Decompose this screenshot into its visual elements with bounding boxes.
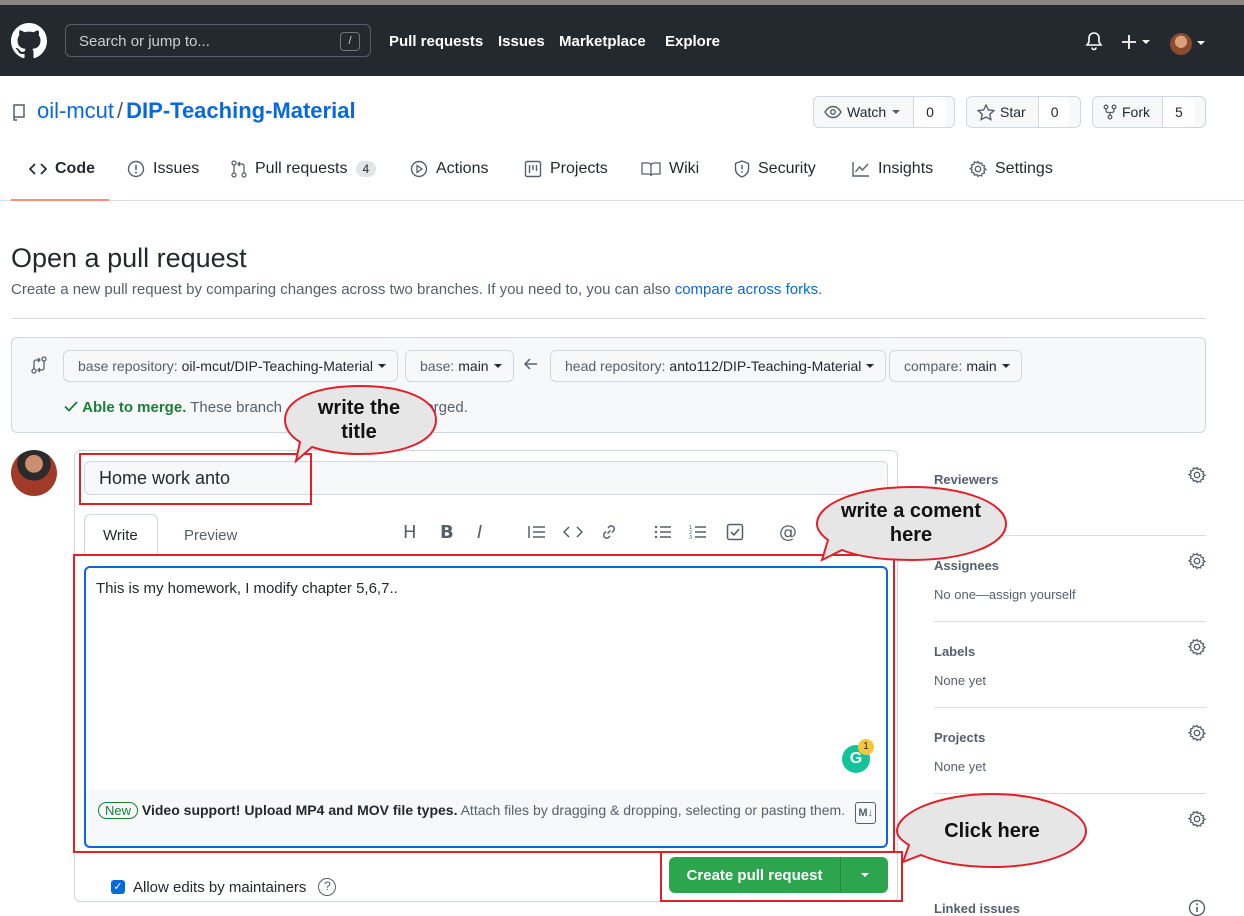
click-callout-text: Click here bbox=[944, 820, 1040, 842]
annotation-callouts bbox=[283, 384, 1088, 869]
title-callout-text: write the title bbox=[317, 397, 401, 443]
comment-callout-text: write a coment here bbox=[840, 500, 982, 546]
